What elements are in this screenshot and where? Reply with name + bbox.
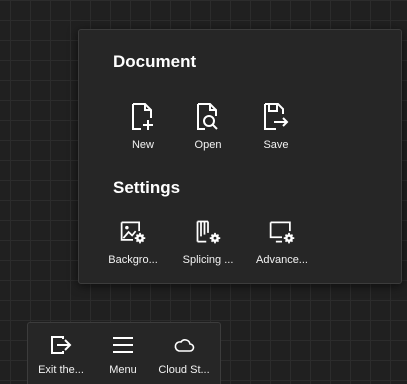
save-file-icon bbox=[262, 102, 290, 132]
advanced-settings-button[interactable]: Advance... bbox=[249, 217, 315, 266]
new-button[interactable]: New bbox=[121, 102, 165, 151]
splicing-settings-button[interactable]: Splicing ... bbox=[175, 217, 241, 266]
cloud-storage-label: Cloud St... bbox=[158, 364, 210, 376]
advanced-settings-icon bbox=[268, 217, 296, 247]
exit-icon bbox=[47, 334, 75, 356]
menu-button[interactable]: Menu bbox=[100, 334, 146, 376]
background-settings-button[interactable]: Backgro... bbox=[105, 217, 161, 266]
menu-icon bbox=[109, 334, 137, 356]
new-label: New bbox=[131, 139, 154, 151]
open-label: Open bbox=[194, 139, 222, 151]
document-settings-panel: Document New Open Save Settings Backgro.… bbox=[78, 29, 402, 284]
menu-label: Menu bbox=[109, 364, 137, 376]
exit-label: Exit the... bbox=[38, 364, 84, 376]
splicing-settings-icon bbox=[194, 217, 222, 247]
new-file-icon bbox=[129, 102, 157, 132]
save-label: Save bbox=[263, 139, 289, 151]
background-label: Backgro... bbox=[108, 254, 158, 266]
splicing-label: Splicing ... bbox=[182, 254, 234, 266]
document-section-title: Document bbox=[113, 52, 197, 71]
open-button[interactable]: Open bbox=[186, 102, 230, 151]
settings-section-title: Settings bbox=[113, 178, 181, 197]
background-settings-icon bbox=[119, 217, 147, 247]
exit-button[interactable]: Exit the... bbox=[30, 334, 92, 376]
advanced-label: Advance... bbox=[256, 254, 308, 266]
save-button[interactable]: Save bbox=[254, 102, 298, 151]
cloud-icon bbox=[170, 334, 198, 356]
open-file-icon bbox=[194, 102, 222, 132]
cloud-storage-button[interactable]: Cloud St... bbox=[154, 334, 214, 376]
bottom-toolbar: Exit the... Menu Cloud St... bbox=[27, 322, 221, 384]
